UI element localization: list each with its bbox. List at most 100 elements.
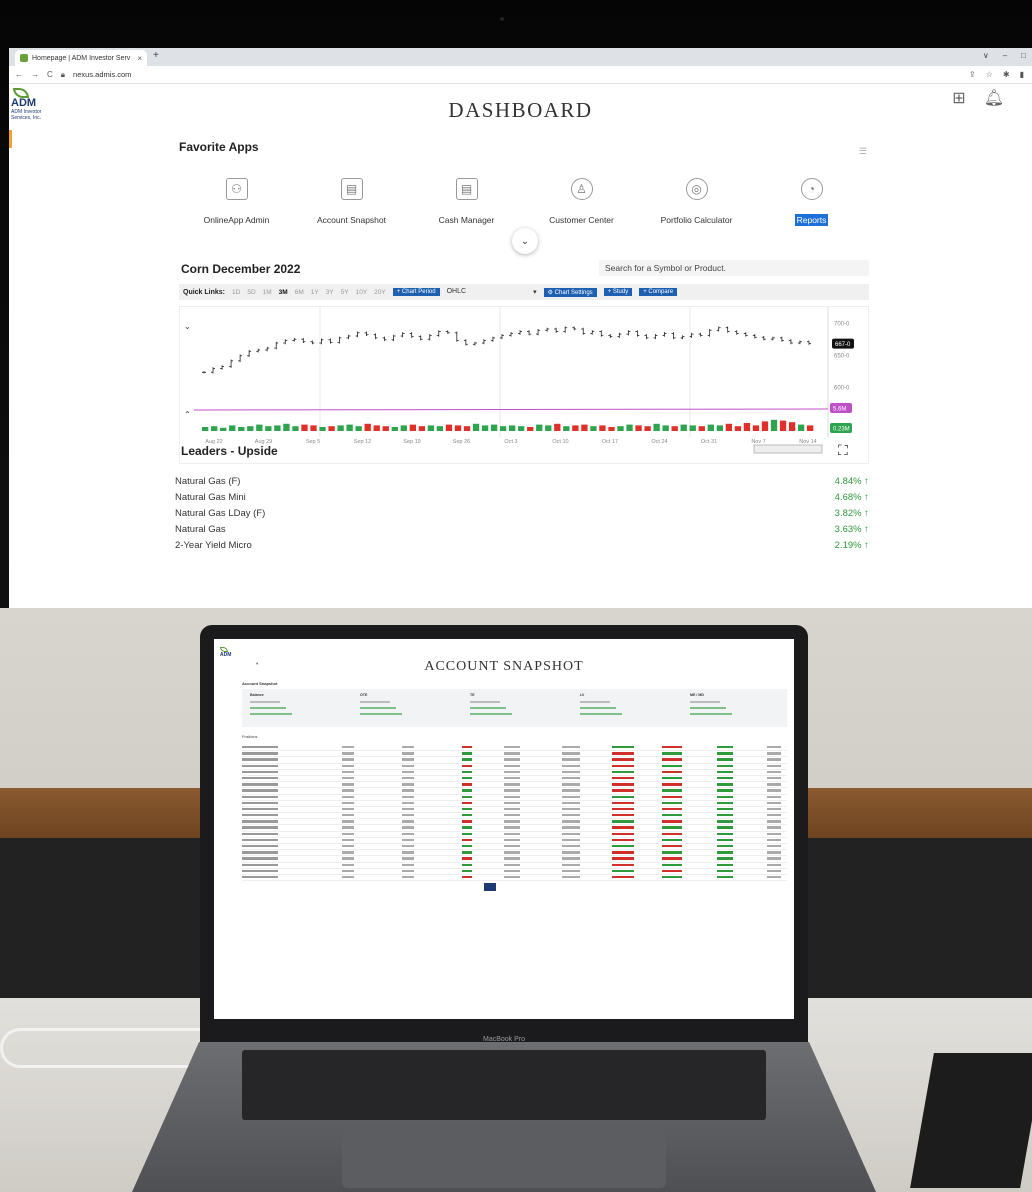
laptop-table-cell (717, 814, 733, 817)
app-cash[interactable]: ▤ Cash Manager (409, 178, 524, 228)
compare-button[interactable]: + Compare (639, 288, 678, 296)
period-6m[interactable]: 6M (295, 289, 304, 296)
volume-bar (698, 426, 705, 431)
dashboard-content: Favorite Apps ☰ ⚇ OnlineApp Admin ▤ Account… (179, 140, 869, 465)
forward-icon[interactable]: → (31, 70, 39, 79)
laptop-table-cell (662, 746, 682, 749)
app-pie-chart[interactable]: ◔ Reports (754, 178, 869, 228)
laptop-table-cell (612, 838, 634, 842)
sidebar-icon[interactable]: ▮ (1020, 70, 1024, 79)
chart-type-select[interactable]: OHLC ▾ (447, 288, 537, 296)
period-1y[interactable]: 1Y (311, 289, 319, 296)
period-1d[interactable]: 1D (232, 289, 240, 296)
back-icon[interactable]: ← (15, 70, 23, 79)
laptop-table-cell (767, 746, 781, 749)
period-20y[interactable]: 20Y (374, 289, 386, 296)
reload-icon[interactable]: C (47, 70, 53, 79)
url-field[interactable]: nexus.admis.com (73, 70, 131, 79)
chart-settings-button[interactable]: ⚙ Chart Settings (543, 287, 597, 297)
chart-svg[interactable]: 700-0650-0600-0667-05.6M0.23MAug 22 Aug 2… (180, 307, 868, 463)
share-icon[interactable]: ⇪ (969, 70, 976, 79)
laptop-table-cell (462, 807, 472, 811)
laptop-table-cell (612, 795, 634, 798)
laptop-positions-tab[interactable]: Positions (242, 735, 257, 739)
laptop-table-cell (562, 764, 580, 767)
laptop-adm-logo: ADM (220, 647, 240, 658)
volume-bar (391, 427, 398, 431)
bookmark-star-icon[interactable]: ☆ (986, 70, 993, 79)
laptop-balance-line (360, 701, 390, 703)
minimize-button[interactable]: – (1003, 51, 1007, 60)
chart-card: Corn December 2022 Search for a Symbol o… (179, 250, 869, 465)
new-tab-button[interactable]: + (153, 50, 159, 61)
laptop-pager[interactable] (484, 883, 496, 891)
laptop-positions-table (242, 745, 787, 882)
period-5y[interactable]: 5Y (341, 289, 349, 296)
volume-bar (662, 425, 669, 431)
laptop-table-cell (717, 838, 733, 842)
laptop-table-cell (342, 770, 354, 774)
leader-row[interactable]: Natural Gas LDay (F) 3.82% ↑ (175, 508, 869, 524)
volume-bar (238, 427, 245, 431)
filter-icon[interactable]: ☰ (859, 146, 867, 157)
laptop-table-cell (342, 832, 354, 836)
laptop-table-cell (242, 758, 278, 761)
laptop-table-cell (402, 869, 414, 873)
volume-bar (680, 424, 687, 431)
laptop-table-cell (342, 826, 354, 829)
leader-row[interactable]: Natural Gas 3.63% ↑ (175, 524, 869, 540)
volume-bar (635, 425, 642, 431)
app-snapshot[interactable]: ▤ Account Snapshot (294, 178, 409, 228)
maximize-button[interactable]: □ (1021, 51, 1026, 60)
volume-bar (427, 425, 435, 431)
laptop-table-cell (717, 851, 733, 854)
symbol-search-input[interactable]: Search for a Symbol or Product. (599, 260, 869, 276)
bell-icon[interactable]: 🔔︎ (984, 88, 1004, 108)
volume-bar (472, 423, 480, 431)
laptop-table-cell (612, 845, 634, 848)
leader-row[interactable]: Natural Gas Mini 4.68% ↑ (175, 492, 869, 508)
laptop-table-row[interactable] (242, 875, 787, 882)
period-1m[interactable]: 1M (263, 289, 272, 296)
extensions-icon[interactable]: ✱ (1003, 70, 1010, 79)
browser-tab[interactable]: Homepage | ADM Investor Serv × (15, 50, 147, 66)
app-grid-icon[interactable]: ⊞ (952, 88, 965, 108)
laptop-table-cell (662, 869, 682, 873)
study-button[interactable]: + Study (603, 288, 633, 296)
laptop-table-cell (504, 857, 520, 860)
laptop-balance-line (470, 707, 506, 709)
secondary-label: 0.23M (833, 427, 850, 433)
laptop-table-cell (402, 832, 414, 836)
period-10y[interactable]: 10Y (356, 289, 368, 296)
volume-bar (418, 426, 426, 431)
tab-search-icon[interactable]: ∨ (983, 51, 989, 60)
period-3y[interactable]: 3Y (326, 289, 334, 296)
chart-period-button[interactable]: + Chart Period (392, 288, 440, 296)
leader-row[interactable]: 2-Year Yield Micro 2.19% ↑ (175, 540, 869, 556)
period-5d[interactable]: 5D (247, 289, 255, 296)
laptop-table-cell (717, 845, 733, 848)
laptop-table-cell (342, 851, 354, 854)
laptop-table-cell (562, 758, 580, 761)
browser-tabbar: Homepage | ADM Investor Serv × + ∨ – □ (9, 48, 1032, 66)
laptop-table-cell (462, 869, 472, 873)
volume-bar (761, 421, 769, 431)
laptop-table-cell (504, 838, 520, 842)
app-people[interactable]: ⚇ OnlineApp Admin (179, 178, 294, 228)
laptop-table-cell (767, 764, 781, 767)
laptop-table-cell (462, 764, 472, 767)
app-label: Cash Manager (438, 215, 495, 225)
app-customer[interactable]: ♙ Customer Center (524, 178, 639, 228)
period-3m[interactable]: 3M (279, 289, 288, 296)
close-icon[interactable]: × (137, 54, 142, 63)
volume-bar (310, 425, 317, 431)
leader-row[interactable]: Natural Gas (F) 4.84% ↑ (175, 476, 869, 492)
app-calculator[interactable]: ◎ Portfolio Calculator (639, 178, 754, 228)
leader-name: Natural Gas (F) (175, 476, 241, 487)
laptop-table-cell (342, 758, 354, 761)
laptop-table-cell (562, 776, 580, 780)
laptop-table-cell (504, 807, 520, 811)
laptop-table-cell (402, 770, 414, 774)
price-chart[interactable]: 700-0 650-0 600-0 667-0 5.6M 0.23M Aug 22 Aug 2… (179, 306, 869, 464)
volume-bar (671, 426, 678, 431)
